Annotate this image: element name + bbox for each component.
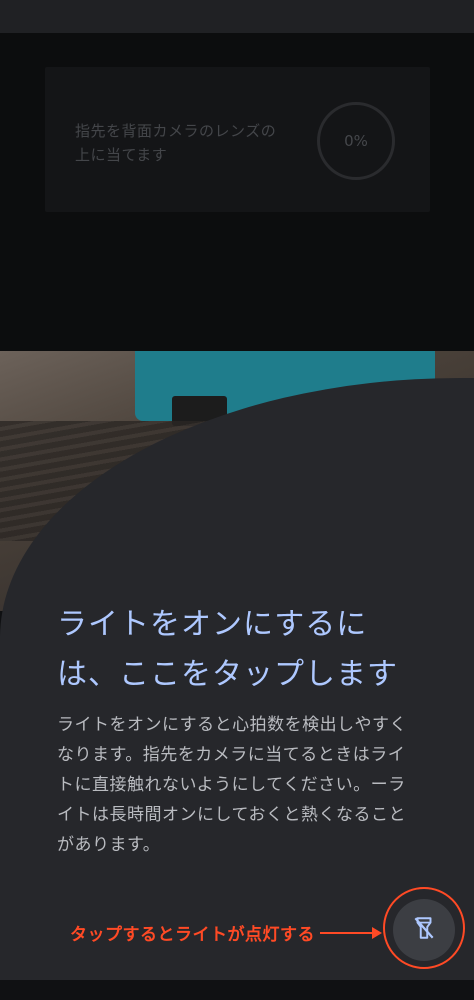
navigation-bar xyxy=(0,980,474,1000)
pulse-instruction: 指先を背面カメラのレンズの上に当てます xyxy=(75,122,277,164)
status-bar xyxy=(0,0,474,33)
hint-body: ライトをオンにすると心拍数を検出しやすくなります。指先をカメラに当てるときはライ… xyxy=(57,715,407,855)
pulse-measure-card: 指先を背面カメラのレンズの上に当てます 0% xyxy=(45,67,430,212)
progress-ring: 0% xyxy=(317,102,395,180)
progress-percentage: 0% xyxy=(344,132,368,150)
hint-title: ライトをオンにするには、ここをタップします xyxy=(57,607,398,692)
annotation-arrow xyxy=(320,927,382,939)
annotation-label: タップするとライトが点灯する xyxy=(70,925,315,945)
flashlight-off-icon xyxy=(411,915,437,945)
flashlight-button[interactable] xyxy=(393,899,455,961)
